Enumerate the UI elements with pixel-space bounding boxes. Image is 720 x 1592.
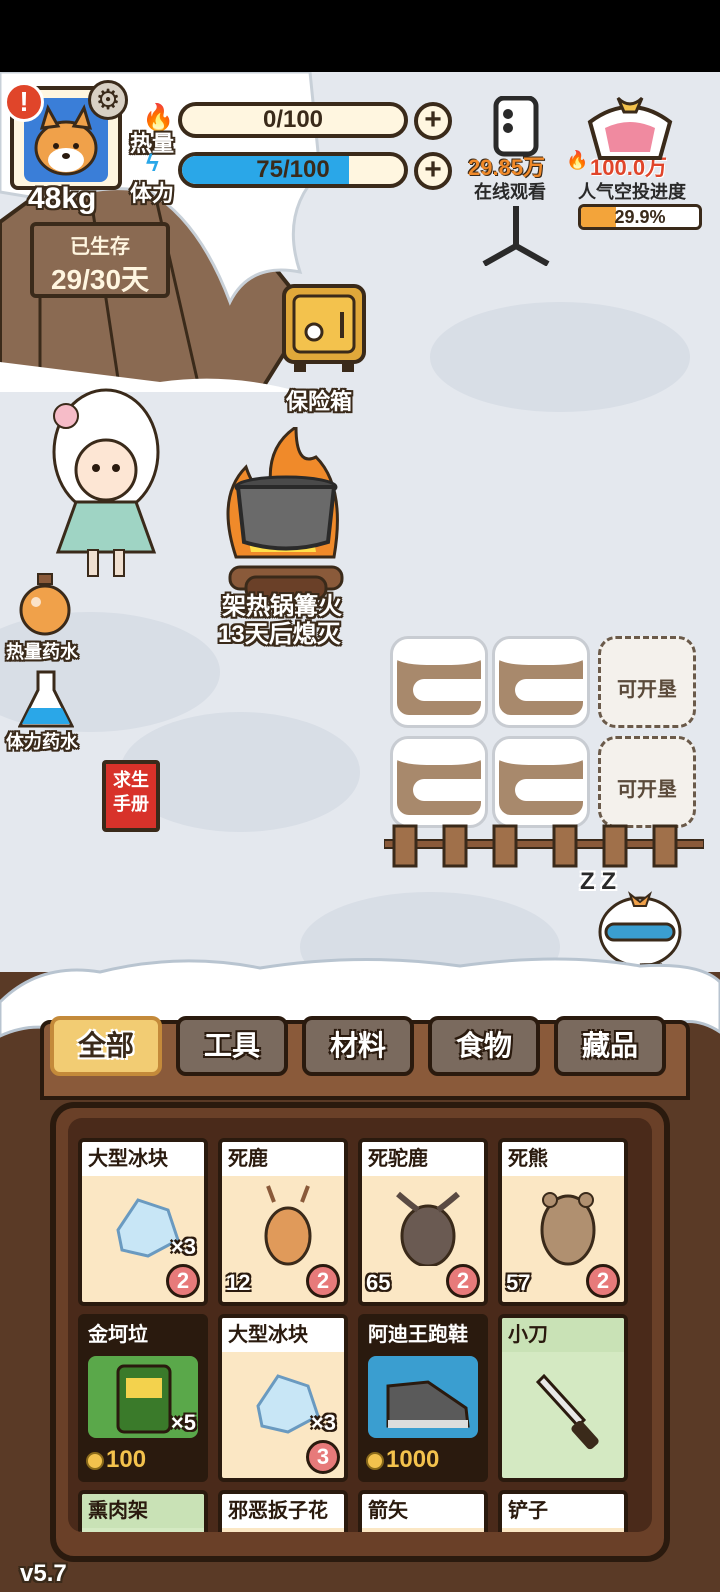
wooden-fence [384,824,704,868]
item-name: 阿迪王跑鞋 [362,1318,484,1352]
item-weight: 65 [366,1270,391,1295]
safe-icon [282,284,366,372]
dead-bear-icon [508,1180,618,1266]
survived-value: 29/30天 [50,264,150,295]
item-name: 金坷垃 [82,1318,204,1352]
item-name: 邪恶扳子花 [222,1494,344,1528]
farm-plot-snowy[interactable] [492,736,590,828]
knife-icon [508,1356,618,1450]
blue-flask-icon [17,670,75,728]
airdrop-gift-icon[interactable] [580,92,680,162]
item-name: 死驼鹿 [362,1142,484,1176]
item-name: 铲子 [502,1494,624,1528]
item-card[interactable]: 大型冰块 ×3 2 [78,1138,208,1306]
item-name: 箭矢 [362,1494,484,1528]
viewers-label: 在线观看 [474,182,546,202]
item-name: 死熊 [502,1142,624,1176]
player-weight: 48kg [28,182,97,215]
item-price-value: 1000 [386,1446,440,1473]
add-heat-button[interactable]: + [414,102,452,140]
item-card[interactable]: 死鹿 12 2 [218,1138,348,1306]
stamina-potion-button[interactable] [17,670,75,730]
farm-plot-unlockable[interactable]: 可开垦 [598,736,696,828]
item-count-badge: 3 [306,1440,340,1474]
farm-plot-unlockable[interactable]: 可开垦 [598,636,696,728]
survived-label: 已生存 [70,236,130,258]
heat-potion-label: 热量药水 [6,642,78,662]
item-price: 1000 [366,1446,439,1474]
item-qty: ×5 [170,1410,196,1435]
safe-label: 保险箱 [286,389,353,414]
item-price-value: 100 [106,1446,147,1473]
item-count-badge: 2 [446,1264,480,1298]
item-count-badge: 2 [166,1264,200,1298]
add-stamina-button[interactable]: + [414,152,452,190]
tab-tools[interactable]: 工具 [176,1016,288,1076]
item-count-badge: 2 [586,1264,620,1298]
sneaker-icon [368,1356,478,1438]
airdrop-progress-label: 人气空投进度 [578,182,686,202]
item-price: 100 [86,1446,146,1474]
settings-gear-icon[interactable]: ⚙ [88,80,128,120]
item-card[interactable]: 死驼鹿 65 2 [358,1138,488,1306]
lightning-icon: ϟ [146,150,159,177]
item-qty: ×3 [170,1234,196,1259]
campfire-pot[interactable] [216,427,356,602]
item-card[interactable]: 箭矢 [358,1490,488,1532]
manual-label: 求生手册 [113,770,149,814]
airdrop-progress-bar: 29.9% [578,204,702,230]
orange-potion-icon [19,573,71,636]
item-count-badge: 2 [306,1264,340,1298]
farm-plot-snowy[interactable] [390,636,488,728]
stamina-potion-label: 体力药水 [6,732,78,752]
item-card[interactable]: 小刀 [498,1314,628,1482]
heat-bar: 0/100 [178,102,408,138]
item-qty: ×3 [310,1410,336,1435]
plot-open-label: 可开垦 [617,779,677,801]
item-name: 大型冰块 [82,1142,204,1176]
inventory-grid: 大型冰块 ×3 2 死鹿 12 2 死驼鹿 65 2 死熊 57 2 金坷垃 ×… [68,1118,652,1532]
item-weight: 57 [506,1270,531,1295]
game-scene: ! ⚙ 48kg 已生存 29/30天 🔥 热量 0/100 + ϟ 体力 75… [0,72,720,1592]
item-name: 小刀 [502,1318,624,1352]
item-card[interactable]: 死熊 57 2 [498,1138,628,1306]
tab-all[interactable]: 全部 [50,1016,162,1076]
item-name: 熏肉架 [82,1494,204,1528]
item-name: 死鹿 [222,1142,344,1176]
stamina-label: 体力 [130,181,175,206]
survival-manual-book[interactable]: 求生手册 [102,760,160,832]
snow-patch [430,302,690,412]
item-card[interactable]: 邪恶扳子花 [218,1490,348,1532]
coin-icon [86,1451,104,1470]
alert-badge[interactable]: ! [4,82,44,122]
survived-sign: 已生存 29/30天 [30,222,170,298]
item-card[interactable]: 金坷垃 ×5 100 [78,1314,208,1482]
plot-open-label: 可开垦 [617,679,677,701]
tab-collectibles[interactable]: 藏品 [554,1016,666,1076]
heat-potion-button[interactable] [16,572,74,636]
farm-plot-snowy[interactable] [492,636,590,728]
item-card[interactable]: 阿迪王跑鞋 1000 [358,1314,488,1482]
dead-deer-icon [228,1180,338,1266]
safe-box[interactable] [280,282,368,378]
version-label: v5.7 [20,1560,67,1587]
item-card[interactable]: 熏肉架 [78,1490,208,1532]
item-name: 大型冰块 [222,1318,344,1352]
item-card[interactable]: 铲子 [498,1490,628,1532]
fire-status: 13天后熄灭 [218,621,341,648]
stamina-value: 75/100 [256,156,330,183]
stamina-bar: 75/100 [178,152,408,188]
coin-icon [366,1451,384,1470]
girl-character[interactable] [36,372,176,592]
farm-plot-snowy[interactable] [390,736,488,828]
dead-moose-icon [368,1180,478,1268]
heat-value: 0/100 [262,106,324,133]
item-weight: 12 [226,1270,251,1295]
item-card[interactable]: 大型冰块 ×3 3 [218,1314,348,1482]
tab-materials[interactable]: 材料 [302,1016,414,1076]
airdrop-progress-value: 29.9% [614,207,666,227]
tab-food[interactable]: 食物 [428,1016,540,1076]
